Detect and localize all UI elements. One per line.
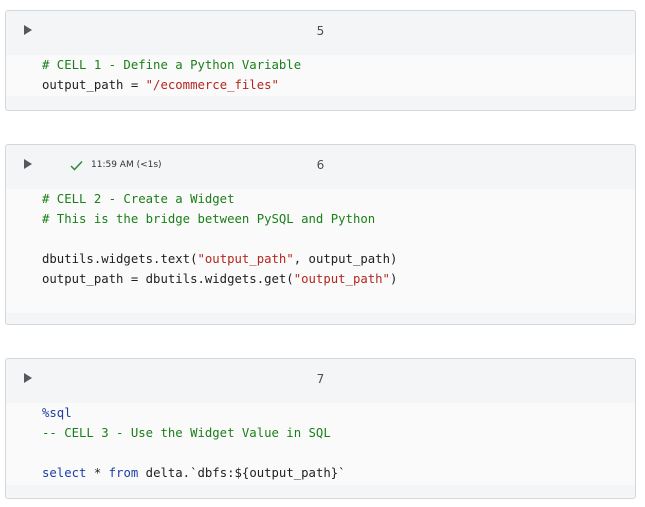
code-token: delta.`dbfs:${output_path}`: [138, 466, 346, 480]
cell-header: 7: [6, 359, 635, 399]
code-editor[interactable]: # CELL 2 - Create a Widget # This is the …: [6, 189, 635, 313]
code-line: %sql: [42, 403, 635, 423]
code-token: "/ecommerce_files": [145, 78, 279, 92]
code-editor[interactable]: %sql -- CELL 3 - Use the Widget Value in …: [6, 403, 635, 485]
cell-number: 5: [316, 24, 325, 38]
cell-header: 5: [6, 11, 635, 51]
code-token: %sql: [42, 406, 72, 420]
code-token: select: [42, 466, 87, 480]
code-token: output_path =: [42, 78, 146, 92]
code-token: output_path = dbutils.widgets.get(: [42, 272, 294, 286]
cell-number: 6: [316, 158, 325, 172]
code-token: ): [389, 272, 398, 286]
notebook-cell-1[interactable]: 5 # CELL 1 - Define a Python Variable out…: [5, 10, 636, 111]
code-line: select * from delta.`dbfs:${output_path}…: [42, 463, 635, 483]
cell-number: 7: [316, 372, 325, 386]
code-line: # CELL 2 - Create a Widget: [42, 189, 635, 209]
cell-header: 11:59 AM (<1s) 6: [6, 145, 635, 185]
code-token: , output_path): [293, 252, 398, 266]
code-editor[interactable]: # CELL 1 - Define a Python Variable outpu…: [6, 55, 635, 96]
code-token: dbutils.widgets.text(: [42, 252, 198, 266]
code-line: # This is the bridge between PySQL and P…: [42, 209, 635, 229]
code-token: from: [108, 466, 139, 480]
notebook-cell-3[interactable]: 7 %sql -- CELL 3 - Use the Widget Value i…: [5, 358, 636, 499]
code-token: # CELL 1 - Define a Python Variable: [42, 58, 302, 72]
code-token: # CELL 2 - Create a Widget: [42, 192, 235, 206]
code-token: -- CELL 3 - Use the Widget Value in SQL: [42, 426, 331, 440]
code-line: -- CELL 3 - Use the Widget Value in SQL: [42, 423, 635, 443]
code-line: output_path = "/ecommerce_files": [42, 75, 635, 95]
code-token: # This is the bridge between PySQL and P…: [42, 212, 376, 226]
code-line: dbutils.widgets.text("output_path", outp…: [42, 249, 635, 269]
code-line: output_path = dbutils.widgets.get("outpu…: [42, 269, 635, 289]
code-token: "output_path": [293, 272, 390, 286]
code-token: "output_path": [197, 252, 294, 266]
notebook-cell-2[interactable]: 11:59 AM (<1s) 6 # CELL 2 - Create a Wid…: [5, 144, 636, 325]
code-line: # CELL 1 - Define a Python Variable: [42, 55, 635, 75]
code-token: *: [86, 466, 109, 480]
